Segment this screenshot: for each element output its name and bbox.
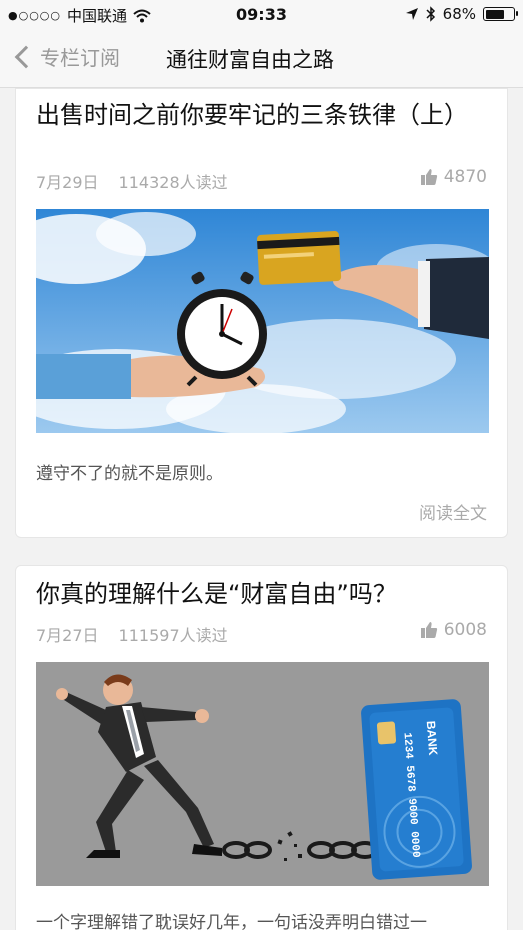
article-reads: 111597人读过	[118, 626, 228, 645]
back-label: 专栏订阅	[40, 46, 120, 70]
clock-creditcard-illustration	[36, 209, 489, 433]
nav-bar: 专栏订阅 通往财富自由之路	[0, 30, 523, 88]
battery-fill	[485, 9, 504, 19]
article-excerpt: 一个字理解错了耽误好几年，一句话没弄明白错过一	[36, 913, 427, 930]
article-reads: 114328人读过	[118, 173, 228, 192]
card-bank-text: BANK	[424, 720, 440, 756]
article-card[interactable]: 出售时间之前你要牢记的三条铁律（上） 7月29日 114328人读过 4870	[15, 88, 508, 538]
article-excerpt: 遵守不了的就不是原则。	[36, 464, 223, 484]
article-image-chained-man: BANK 1234 5678 9000 0000	[36, 662, 489, 886]
page-title: 通往财富自由之路	[166, 48, 334, 72]
article-meta: 7月27日 111597人读过	[36, 622, 228, 646]
like-count: 6008	[443, 620, 487, 640]
article-title: 你真的理解什么是“财富自由”吗？	[36, 580, 397, 608]
read-more-link[interactable]: 阅读全文	[419, 499, 487, 524]
like-button[interactable]: 6008	[420, 620, 487, 640]
back-button[interactable]: 专栏订阅	[12, 42, 120, 71]
status-bar: ●○○○○ 中国联通 09:33 68%	[0, 0, 523, 30]
battery-icon	[483, 7, 518, 21]
article-title: 出售时间之前你要牢记的三条铁律（上）	[36, 101, 468, 129]
bluetooth-icon	[426, 6, 435, 22]
article-image-clock-card	[36, 209, 489, 433]
status-right: 68%	[405, 5, 518, 23]
like-count: 4870	[443, 167, 487, 187]
article-meta: 7月29日 114328人读过	[36, 169, 228, 193]
article-date: 7月29日	[36, 173, 99, 192]
thumbs-up-icon	[420, 622, 437, 638]
chained-businessman-illustration: BANK 1234 5678 9000 0000	[36, 662, 489, 886]
article-date: 7月27日	[36, 626, 99, 645]
like-button[interactable]: 4870	[420, 167, 487, 187]
chevron-left-icon	[14, 45, 38, 68]
article-card[interactable]: 你真的理解什么是“财富自由”吗？ 7月27日 111597人读过 6008 BA…	[15, 565, 508, 930]
location-arrow-icon	[405, 8, 418, 20]
battery-percent: 68%	[442, 5, 476, 23]
thumbs-up-icon	[420, 169, 437, 185]
